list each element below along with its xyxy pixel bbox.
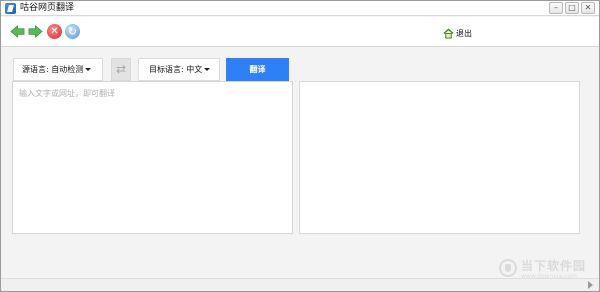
translate-button[interactable]: 翻译: [226, 58, 289, 81]
source-language-label: 源语言: 自动检测: [22, 65, 84, 74]
window-controls: – □ ✕: [549, 2, 595, 14]
minimize-button[interactable]: –: [549, 2, 563, 14]
toolbar: ✕ ↻ 退出: [1, 17, 599, 47]
window-title: 咕谷网页翻译: [20, 3, 75, 13]
forward-arrow-icon[interactable]: [28, 24, 43, 39]
chevron-down-icon: [204, 68, 211, 71]
maximize-button[interactable]: □: [565, 2, 579, 14]
stop-icon[interactable]: ✕: [47, 24, 62, 39]
exit-button[interactable]: 退出: [443, 26, 472, 40]
app-window: 咕谷网页翻译 – □ ✕ ✕ ↻ 退出 源语言: 自动检测 ⇄ 目标语言: 中文…: [0, 0, 600, 292]
exit-label: 退出: [456, 28, 472, 38]
target-language-label: 目标语言: 中文: [149, 65, 203, 74]
swap-arrows-icon: ⇄: [115, 62, 127, 76]
watermark-text: 当下软件园: [521, 259, 587, 273]
title-bar: 咕谷网页翻译 – □ ✕: [1, 1, 599, 16]
home-icon: [443, 28, 454, 39]
translator-panel: 源语言: 自动检测 ⇄ 目标语言: 中文 翻译: [1, 48, 599, 278]
source-text-input[interactable]: [12, 81, 293, 234]
watermark-logo-icon: [499, 259, 517, 277]
target-language-select[interactable]: 目标语言: 中文: [138, 58, 220, 81]
source-language-select[interactable]: 源语言: 自动检测: [13, 58, 103, 81]
chevron-down-icon: [85, 68, 92, 71]
swap-languages-button[interactable]: ⇄: [111, 58, 131, 81]
watermark-url: www.downxia.com: [521, 273, 577, 280]
translation-output: [299, 81, 580, 234]
back-arrow-icon[interactable]: [10, 24, 25, 39]
close-button[interactable]: ✕: [581, 2, 595, 14]
watermark: 当下软件园 www.downxia.com: [499, 257, 595, 287]
refresh-icon[interactable]: ↻: [65, 24, 80, 39]
app-logo-icon: [5, 3, 16, 14]
